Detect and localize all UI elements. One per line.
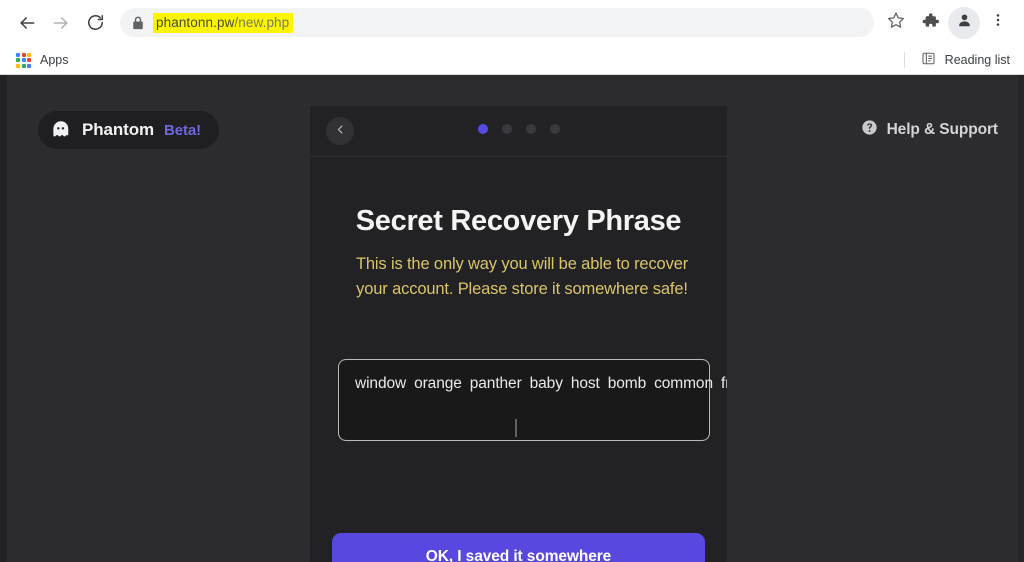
seed-phrase-box[interactable]: window orange panther baby host bomb common fro… [338,359,727,441]
text-cursor-caret [515,419,517,437]
apps-grid-icon [16,52,31,68]
card-body: Secret Recovery Phrase This is the only … [310,204,727,441]
seed-word: host [570,375,600,392]
bookmark-apps-label: Apps [40,53,69,67]
three-dot-menu-icon [990,12,1006,33]
profile-avatar-icon [956,12,973,34]
seed-word: common [654,375,713,392]
extensions-button[interactable] [914,7,946,39]
seed-phrase-words: window orange panther baby host bomb common fro… [355,374,727,394]
reading-list-button[interactable]: Reading list [917,48,1014,72]
bookmark-apps[interactable]: Apps [12,50,73,71]
phantom-brand[interactable]: Phantom Beta! [38,111,220,149]
browser-chrome: phantonn.pw/new.php Apps Reading list [0,0,1024,75]
reload-icon [86,13,105,32]
reading-list-label: Reading list [944,53,1010,67]
brand-name: Phantom [82,120,155,139]
recovery-warning-text: This is the only way you will be able to… [355,255,689,298]
seed-word: bomb [607,375,647,392]
seed-word: window [355,375,407,392]
phantom-ghost-icon [50,119,72,141]
reload-button[interactable] [78,6,112,40]
bookmarks-bar: Apps Reading list [0,45,1024,75]
help-and-support-link[interactable]: Help & Support [861,119,998,141]
forward-button[interactable] [44,6,78,40]
toolbar-actions [880,6,1014,39]
back-button[interactable] [10,6,44,40]
address-bar[interactable]: phantonn.pw/new.php [120,8,874,37]
page-content: Phantom Beta! Help & Support Secret Reco… [0,75,1024,562]
profile-button[interactable] [948,6,980,39]
seed-word: baby [529,375,563,392]
chrome-menu-button[interactable] [982,7,1014,39]
bookmarks-divider [903,52,905,68]
extensions-puzzle-icon [921,11,940,35]
step-indicator [310,124,727,134]
url-host: phantonn.pw [156,14,235,30]
bookmark-star-button[interactable] [880,7,912,39]
question-circle-icon [861,119,878,141]
step-dot-2[interactable] [501,124,512,134]
seed-word: orange [414,375,462,392]
step-dot-1[interactable] [477,124,488,134]
arrow-right-icon [51,13,71,33]
seed-word: panther [469,375,522,392]
brand-beta-label: Beta! [164,121,202,139]
arrow-left-icon [17,13,37,33]
url-path: /new.php [234,14,290,30]
seed-word: frown [720,375,727,392]
bookmarks-bar-right: Reading list [903,45,1014,75]
browser-toolbar: phantonn.pw/new.php [0,0,1024,45]
screenshot-root: phantonn.pw/new.php Apps Reading list Ph… [0,0,1024,562]
page-left-edge [0,75,7,562]
card-header [310,106,727,157]
chrome-bottom-divider [0,74,1024,75]
help-and-support-label: Help & Support [886,121,999,138]
ok-saved-it-button[interactable]: OK, I saved it somewhere [332,533,705,562]
page-title: Secret Recovery Phrase [355,205,682,237]
step-dot-4[interactable] [549,124,560,134]
address-bar-url: phantonn.pw/new.php [153,12,294,33]
reading-list-icon [921,51,936,69]
lock-icon [132,16,144,30]
step-dot-3[interactable] [525,124,536,134]
onboarding-card: Secret Recovery Phrase This is the only … [310,106,727,562]
bookmark-star-icon [887,11,905,34]
page-right-edge [1018,75,1024,562]
